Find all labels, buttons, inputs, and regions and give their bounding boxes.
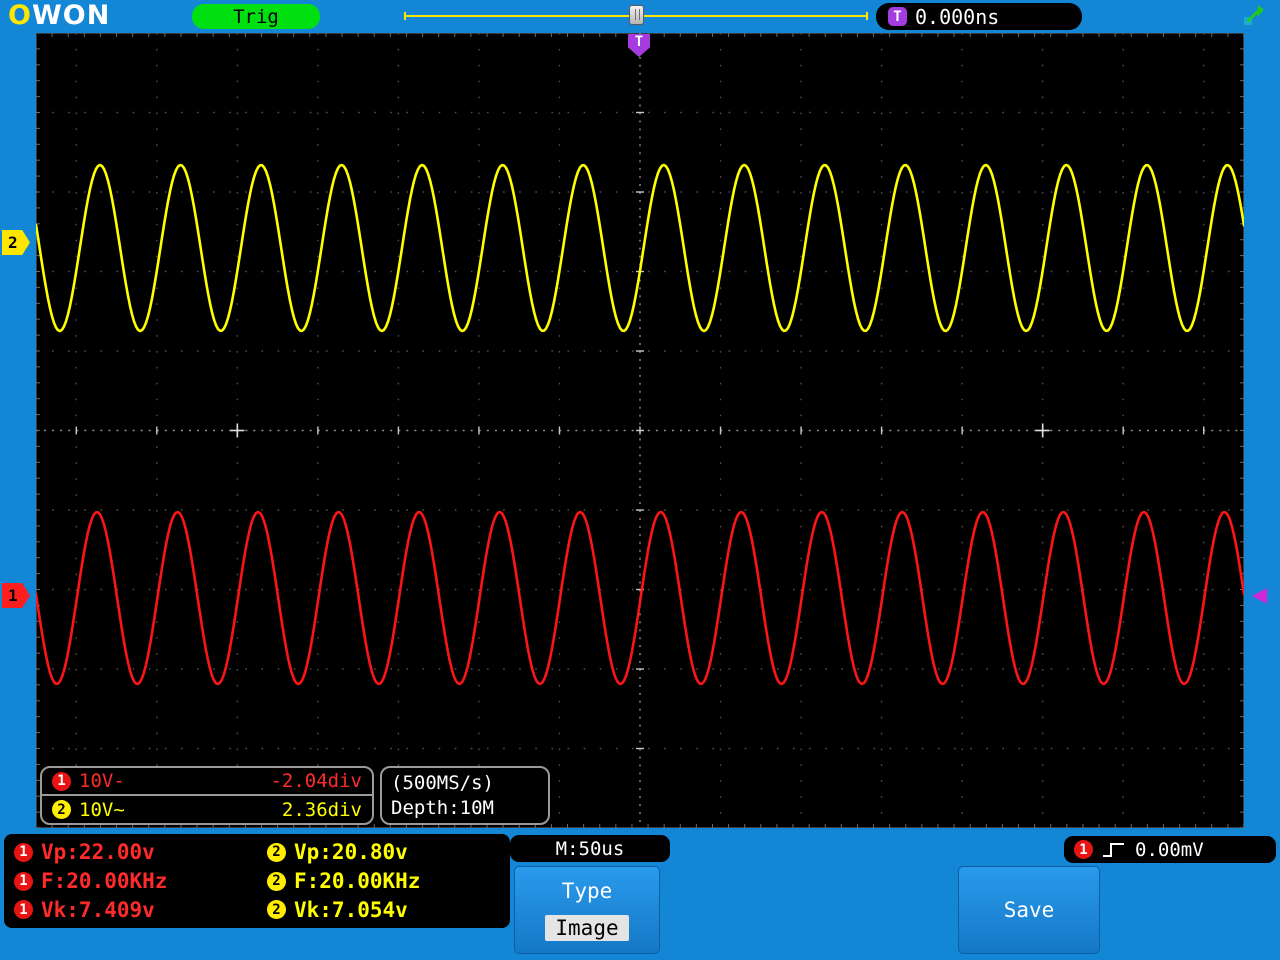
waveform-display: 1 10V- -2.04div 2 10V~ 2.36div (500MS/s)… xyxy=(36,33,1244,828)
ch1-position: -2.04div xyxy=(270,770,362,792)
logo-o: O xyxy=(8,0,32,31)
trigger-time-offset-readout: T 0.000ns xyxy=(876,3,1082,30)
measurement-row-freq: 1 F:20.00KHz 2 F:20.00KHz xyxy=(4,868,510,895)
ch1-badge: 1 xyxy=(14,900,33,919)
export-icon[interactable] xyxy=(1243,4,1265,26)
ch1-badge: 1 xyxy=(52,772,71,791)
waveform-grid xyxy=(36,33,1244,828)
status-bar: 1 Vp:22.00v 2 Vp:20.80v 1 F:20.00KHz 2 F… xyxy=(0,832,1280,960)
ch2-vp-measurement: 2 Vp:20.80v xyxy=(257,840,510,864)
trigger-level-marker[interactable] xyxy=(1252,588,1267,604)
rising-edge-icon xyxy=(1102,841,1126,859)
acquisition-readout: (500MS/s) Depth:10M xyxy=(380,766,550,825)
oscilloscope-ui: OWON Trig T 0.000ns 1 10V- -2.04div xyxy=(0,0,1280,960)
trigger-level-readout: 1 0.00mV xyxy=(1064,836,1276,863)
ch1-vk-measurement: 1 Vk:7.409v xyxy=(4,898,257,922)
ch2-badge: 2 xyxy=(52,800,71,819)
measurements-panel: 1 Vp:22.00v 2 Vp:20.80v 1 F:20.00KHz 2 F… xyxy=(4,834,510,928)
measurement-text: Vk:7.409v xyxy=(41,898,155,922)
measurement-row-vp: 1 Vp:22.00v 2 Vp:20.80v xyxy=(4,839,510,866)
ch2-badge: 2 xyxy=(267,900,286,919)
measurement-text: Vp:22.00v xyxy=(41,840,155,864)
save-button[interactable]: Save xyxy=(958,866,1100,954)
sample-rate: (500MS/s) xyxy=(391,772,539,794)
type-label: Type xyxy=(562,879,613,903)
top-bar: OWON Trig T 0.000ns xyxy=(0,0,1280,33)
ch1-vp-measurement: 1 Vp:22.00v xyxy=(4,840,257,864)
type-selected-value: Image xyxy=(545,915,628,941)
ch2-scale-row: 2 10V~ 2.36div xyxy=(42,794,372,823)
ch2-position-marker[interactable]: 2 xyxy=(2,230,30,255)
trigger-level-value: 0.00mV xyxy=(1135,839,1204,861)
horizontal-position-handle[interactable] xyxy=(629,5,644,25)
trig-status-badge: Trig xyxy=(192,4,320,29)
ch2-position: 2.36div xyxy=(282,799,362,821)
measurement-text: F:20.00KHz xyxy=(41,869,167,893)
ch1-scale-row: 1 10V- -2.04div xyxy=(42,768,372,794)
memory-depth: Depth:10M xyxy=(391,797,539,819)
ch1-scale: 10V- xyxy=(79,770,125,792)
channel-scale-readout: 1 10V- -2.04div 2 10V~ 2.36div xyxy=(40,766,374,825)
ch2-badge: 2 xyxy=(267,872,286,891)
logo-rest: WON xyxy=(32,0,110,31)
ch2-scale: 10V~ xyxy=(79,799,125,821)
timebase-readout: M:50us xyxy=(510,835,670,862)
trigger-t-icon: T xyxy=(888,7,907,26)
ch2-vk-measurement: 2 Vk:7.054v xyxy=(257,898,510,922)
measurement-row-vk: 1 Vk:7.409v 2 Vk:7.054v xyxy=(4,896,510,923)
ch2-freq-measurement: 2 F:20.00KHz xyxy=(257,869,510,893)
measurement-text: Vp:20.80v xyxy=(294,840,408,864)
trigger-source-badge: 1 xyxy=(1074,840,1093,859)
ch2-badge: 2 xyxy=(267,843,286,862)
ch1-freq-measurement: 1 F:20.00KHz xyxy=(4,869,257,893)
ch1-badge: 1 xyxy=(14,843,33,862)
measurement-text: F:20.00KHz xyxy=(294,869,420,893)
owon-logo: OWON xyxy=(8,1,110,31)
ch1-badge: 1 xyxy=(14,872,33,891)
measurement-text: Vk:7.054v xyxy=(294,898,408,922)
ch1-position-marker[interactable]: 1 xyxy=(2,583,30,608)
type-button[interactable]: Type Image xyxy=(514,866,660,954)
time-offset-value: 0.000ns xyxy=(915,5,999,29)
